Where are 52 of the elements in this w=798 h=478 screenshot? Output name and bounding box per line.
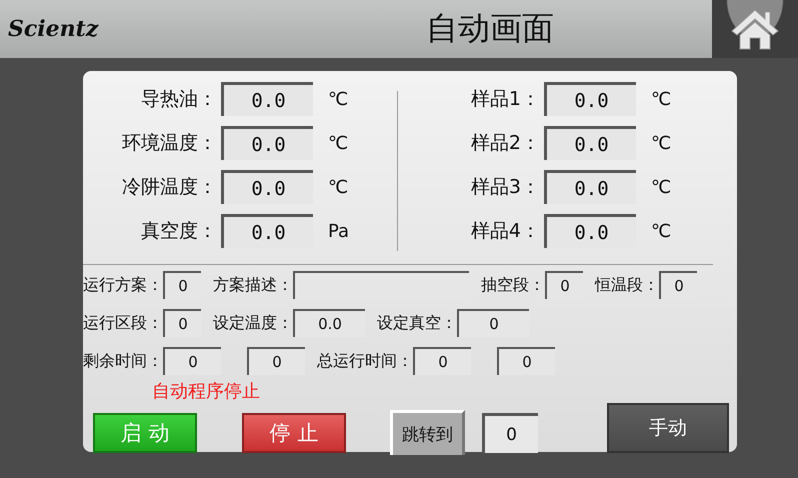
value-display: 0.0: [544, 170, 636, 204]
value-field[interactable]: 0.0: [293, 309, 365, 337]
value-field[interactable]: 0: [659, 271, 697, 299]
unit-label: ℃: [328, 88, 348, 110]
value-field[interactable]: 0: [497, 347, 555, 375]
home-button[interactable]: [712, 0, 798, 58]
reading-label: 环境温度：: [121, 131, 217, 156]
value-field[interactable]: 0: [413, 347, 471, 375]
value-display: 0.0: [544, 126, 636, 160]
parameter-label: 恒温段：: [595, 274, 659, 296]
value-display: 0.0: [221, 170, 313, 204]
parameter-label: 方案描述：: [213, 274, 293, 296]
reading-label: 样品2：: [470, 131, 540, 156]
reading-label: 冷阱温度：: [121, 175, 217, 200]
unit-label: ℃: [651, 220, 672, 242]
screen-title: 自动画面: [425, 8, 555, 49]
jump-field[interactable]: 0: [482, 413, 538, 453]
parameter-label: 总运行时间：: [317, 350, 413, 372]
value-display: 0.0: [221, 126, 313, 160]
reading-label: 导热油：: [140, 87, 217, 112]
reading-label: 样品1：: [470, 87, 540, 112]
value-field[interactable]: 0: [457, 309, 529, 337]
reading-label: 样品3：: [470, 175, 540, 200]
value-field[interactable]: 0: [163, 309, 201, 337]
house-icon: [730, 7, 780, 51]
unit-label: ℃: [651, 88, 672, 110]
unit-label: Pa: [328, 220, 350, 242]
value-field[interactable]: 0: [163, 271, 201, 299]
status-message: 自动程序停止: [152, 380, 261, 403]
parameter-label: 剩余时间：: [83, 350, 163, 372]
value-field[interactable]: 0: [247, 347, 305, 375]
unit-label: ℃: [651, 132, 672, 154]
value-display: 0.0: [544, 82, 636, 116]
value-display: 0.0: [544, 214, 636, 248]
reading-label: 真空度：: [140, 219, 217, 244]
value-field[interactable]: 0: [163, 347, 221, 375]
jump-button[interactable]: 跳转到: [390, 410, 465, 455]
value-field[interactable]: 0: [545, 271, 583, 299]
logo: Scientz: [8, 16, 100, 42]
unit-label: ℃: [328, 132, 348, 154]
value-display: 0.0: [221, 82, 313, 116]
parameter-label: 设定真空：: [377, 312, 457, 334]
unit-label: ℃: [328, 176, 348, 198]
reading-label: 样品4：: [470, 219, 540, 244]
unit-label: ℃: [651, 176, 672, 198]
parameter-label: 抽空段：: [481, 274, 545, 296]
value-display: 0.0: [221, 214, 313, 248]
parameter-label: 运行区段：: [83, 312, 163, 334]
stop-button[interactable]: 停 止: [242, 413, 346, 453]
parameter-label: 设定温度：: [213, 312, 293, 334]
manual-button[interactable]: 手动: [607, 403, 729, 453]
parameter-label: 运行方案：: [83, 274, 163, 296]
